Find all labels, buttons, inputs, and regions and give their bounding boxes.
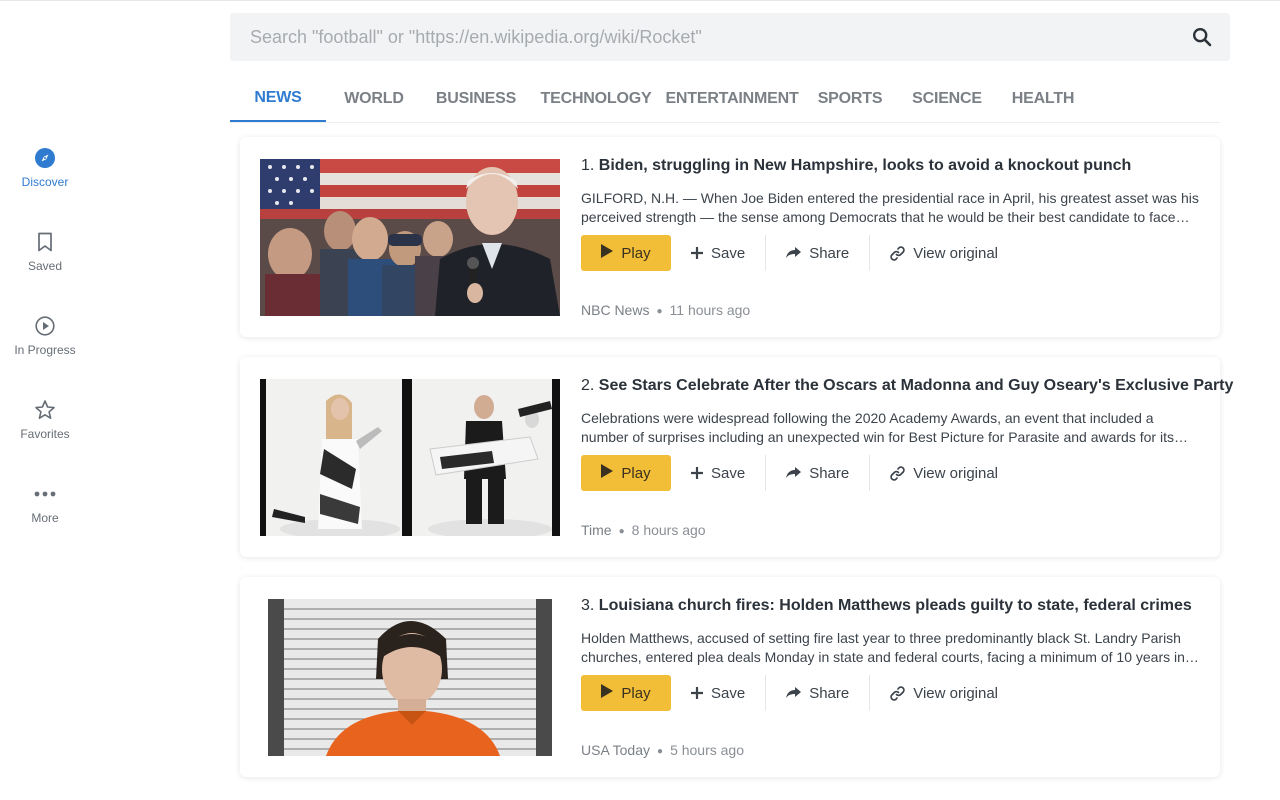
article-actions: Play Save Share View original (581, 675, 1018, 711)
play-button[interactable]: Play (581, 675, 671, 711)
save-button[interactable]: Save (671, 235, 765, 271)
sidebar-item-saved[interactable]: Saved (0, 231, 90, 273)
sidebar-item-favorites[interactable]: Favorites (0, 399, 90, 441)
meta-separator: ● (618, 526, 625, 537)
article-summary: Celebrations were widespread following t… (581, 410, 1174, 445)
article-thumbnail[interactable] (260, 599, 560, 756)
play-circle-icon (34, 315, 56, 337)
view-original-button[interactable]: View original (870, 675, 1018, 711)
compass-icon (34, 147, 56, 169)
save-button[interactable]: Save (671, 455, 765, 491)
article-meta: NBC News ● 11 hours ago (581, 302, 750, 318)
article-actions: Play Save Share View original (581, 455, 1018, 491)
meta-separator: ● (656, 306, 663, 317)
article-card: 1. Biden, struggling in New Hampshire, l… (240, 137, 1220, 337)
link-icon (890, 465, 905, 481)
sidebar-item-discover[interactable]: Discover (0, 147, 90, 189)
article-meta: Time ● 8 hours ago (581, 522, 706, 538)
article-source[interactable]: NBC News (581, 302, 649, 318)
play-button[interactable]: Play (581, 235, 671, 271)
link-icon (890, 685, 905, 701)
article-card: 2. See Stars Celebrate After the Oscars … (240, 357, 1233, 557)
article-title[interactable]: 1. Biden, struggling in New Hampshire, l… (581, 157, 1201, 175)
share-button[interactable]: Share (766, 455, 869, 491)
article-summary: GILFORD, N.H. — When Joe Biden entered t… (581, 190, 1199, 225)
sidebar-item-label: More (31, 511, 59, 525)
article-source[interactable]: USA Today (581, 742, 650, 758)
share-button[interactable]: Share (766, 235, 869, 271)
sidebar-item-in-progress[interactable]: In Progress (0, 315, 90, 357)
tab-world[interactable]: WORLD (338, 75, 410, 122)
sidebar-item-more[interactable]: More (0, 483, 90, 525)
bookmark-icon (34, 231, 56, 253)
article-summary: Holden Matthews, accused of setting fire… (581, 630, 1185, 665)
tab-entertainment[interactable]: ENTERTAINMENT (665, 75, 798, 122)
play-icon (601, 684, 614, 702)
plus-icon (691, 247, 703, 259)
ellipsis-icon (34, 483, 56, 505)
share-icon (786, 247, 802, 259)
view-original-button[interactable]: View original (870, 455, 1018, 491)
article-source[interactable]: Time (581, 522, 612, 538)
sidebar-item-label: Favorites (20, 427, 70, 441)
view-original-button[interactable]: View original (870, 235, 1018, 271)
sidebar-item-label: Saved (27, 259, 63, 273)
tab-business[interactable]: BUSINESS (434, 75, 518, 122)
article-meta: USA Today ● 5 hours ago (581, 742, 744, 758)
category-tabs: NEWS WORLD BUSINESS TECHNOLOGY ENTERTAIN… (230, 75, 1220, 123)
article-actions: Play Save Share View original (581, 235, 1018, 271)
tab-science[interactable]: SCIENCE (910, 75, 984, 122)
share-icon (786, 467, 802, 479)
sidebar: Discover Saved In Progress Favorites Mor… (0, 1, 90, 800)
article-title[interactable]: 3. Louisiana church fires: Holden Matthe… (581, 597, 1201, 615)
article-title[interactable]: 2. See Stars Celebrate After the Oscars … (581, 377, 1233, 395)
article-thumbnail[interactable] (260, 159, 560, 316)
search-input[interactable] (230, 13, 1170, 61)
tab-health[interactable]: HEALTH (1008, 75, 1078, 122)
star-icon (34, 399, 56, 421)
plus-icon (691, 687, 703, 699)
article-card: 3. Louisiana church fires: Holden Matthe… (240, 577, 1220, 777)
play-icon (601, 244, 614, 262)
play-button[interactable]: Play (581, 455, 671, 491)
tab-news[interactable]: NEWS (230, 75, 326, 122)
sidebar-item-label: Discover (21, 175, 69, 189)
search-bar (230, 13, 1230, 61)
share-button[interactable]: Share (766, 675, 869, 711)
sidebar-item-label: In Progress (14, 343, 76, 357)
plus-icon (691, 467, 703, 479)
article-time: 11 hours ago (669, 302, 751, 318)
tab-sports[interactable]: SPORTS (814, 75, 886, 122)
save-button[interactable]: Save (671, 675, 765, 711)
article-thumbnail[interactable] (260, 379, 560, 536)
share-icon (786, 687, 802, 699)
tab-technology[interactable]: TECHNOLOGY (540, 75, 652, 122)
play-icon (601, 464, 614, 482)
meta-separator: ● (657, 746, 664, 757)
article-time: 5 hours ago (670, 742, 745, 758)
search-icon[interactable] (1190, 25, 1214, 49)
article-time: 8 hours ago (631, 522, 706, 538)
link-icon (890, 245, 905, 261)
